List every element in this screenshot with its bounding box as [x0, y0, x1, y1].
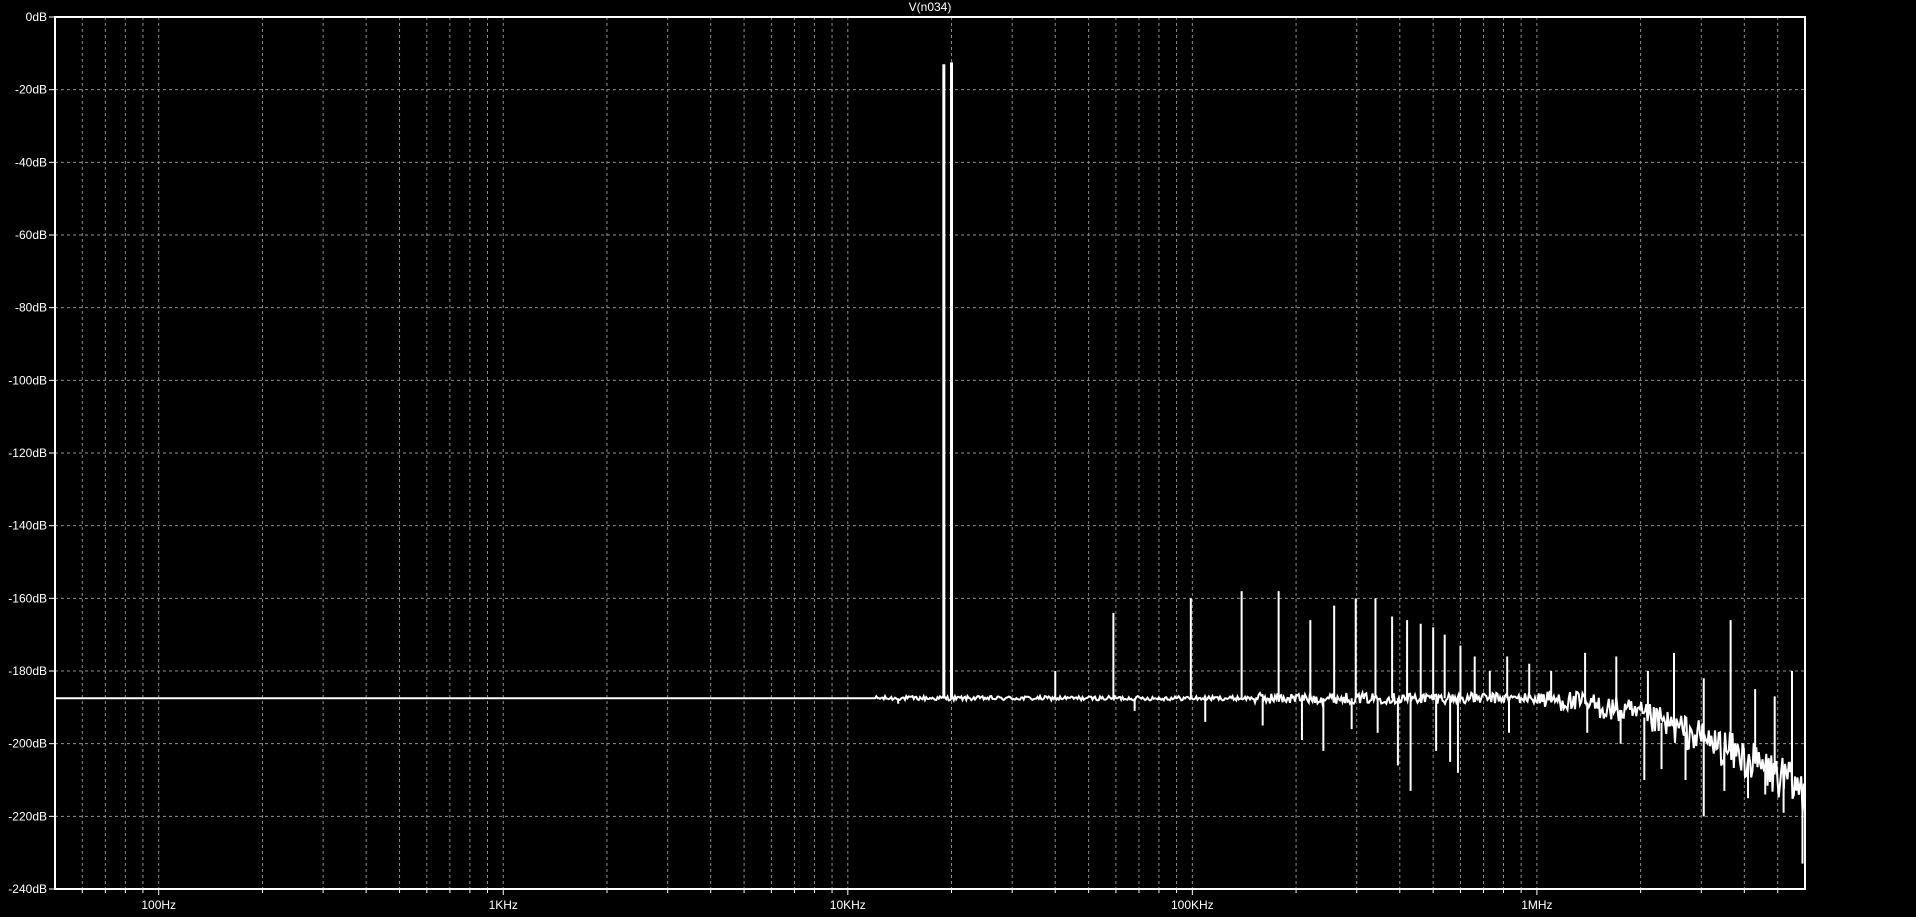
y-tick-label: -160dB [8, 591, 47, 605]
trace-v-n034 [55, 62, 1806, 864]
y-tick-label: -60dB [15, 228, 47, 242]
axis-ticks [49, 16, 1779, 895]
y-tick-label: -20dB [15, 83, 47, 97]
y-axis-tick-labels: 0dB -20dB -40dB -60dB -80dB -100dB -120dB -140d… [8, 10, 47, 896]
y-tick-label: -240dB [8, 882, 47, 896]
y-tick-label: -220dB [8, 809, 47, 823]
x-tick-label: 100KHz [1171, 898, 1214, 912]
y-tick-label: -40dB [15, 155, 47, 169]
x-axis-tick-labels: 100Hz 1KHz 10KHz 100KHz 1MHz [141, 898, 1552, 912]
y-tick-label: -180dB [8, 664, 47, 678]
x-tick-label: 1KHz [489, 898, 518, 912]
noise-floor-trace [55, 689, 1806, 817]
y-tick-label: -120dB [8, 446, 47, 460]
x-tick-label: 10KHz [830, 898, 866, 912]
y-tick-label: -80dB [15, 301, 47, 315]
y-tick-label: 0dB [26, 10, 47, 24]
x-tick-label: 1MHz [1521, 898, 1552, 912]
x-tick-label: 100Hz [141, 898, 176, 912]
y-tick-label: -140dB [8, 519, 47, 533]
chart-title: V(n034) [909, 0, 952, 14]
y-tick-label: -200dB [8, 737, 47, 751]
plot-frame [54, 16, 1806, 890]
grid-lines [55, 17, 1805, 889]
spectrum-plot: V(n034) 0dB -20dB -40dB -60dB -80dB -100dB -12… [8, 0, 1806, 912]
y-tick-label: -100dB [8, 373, 47, 387]
